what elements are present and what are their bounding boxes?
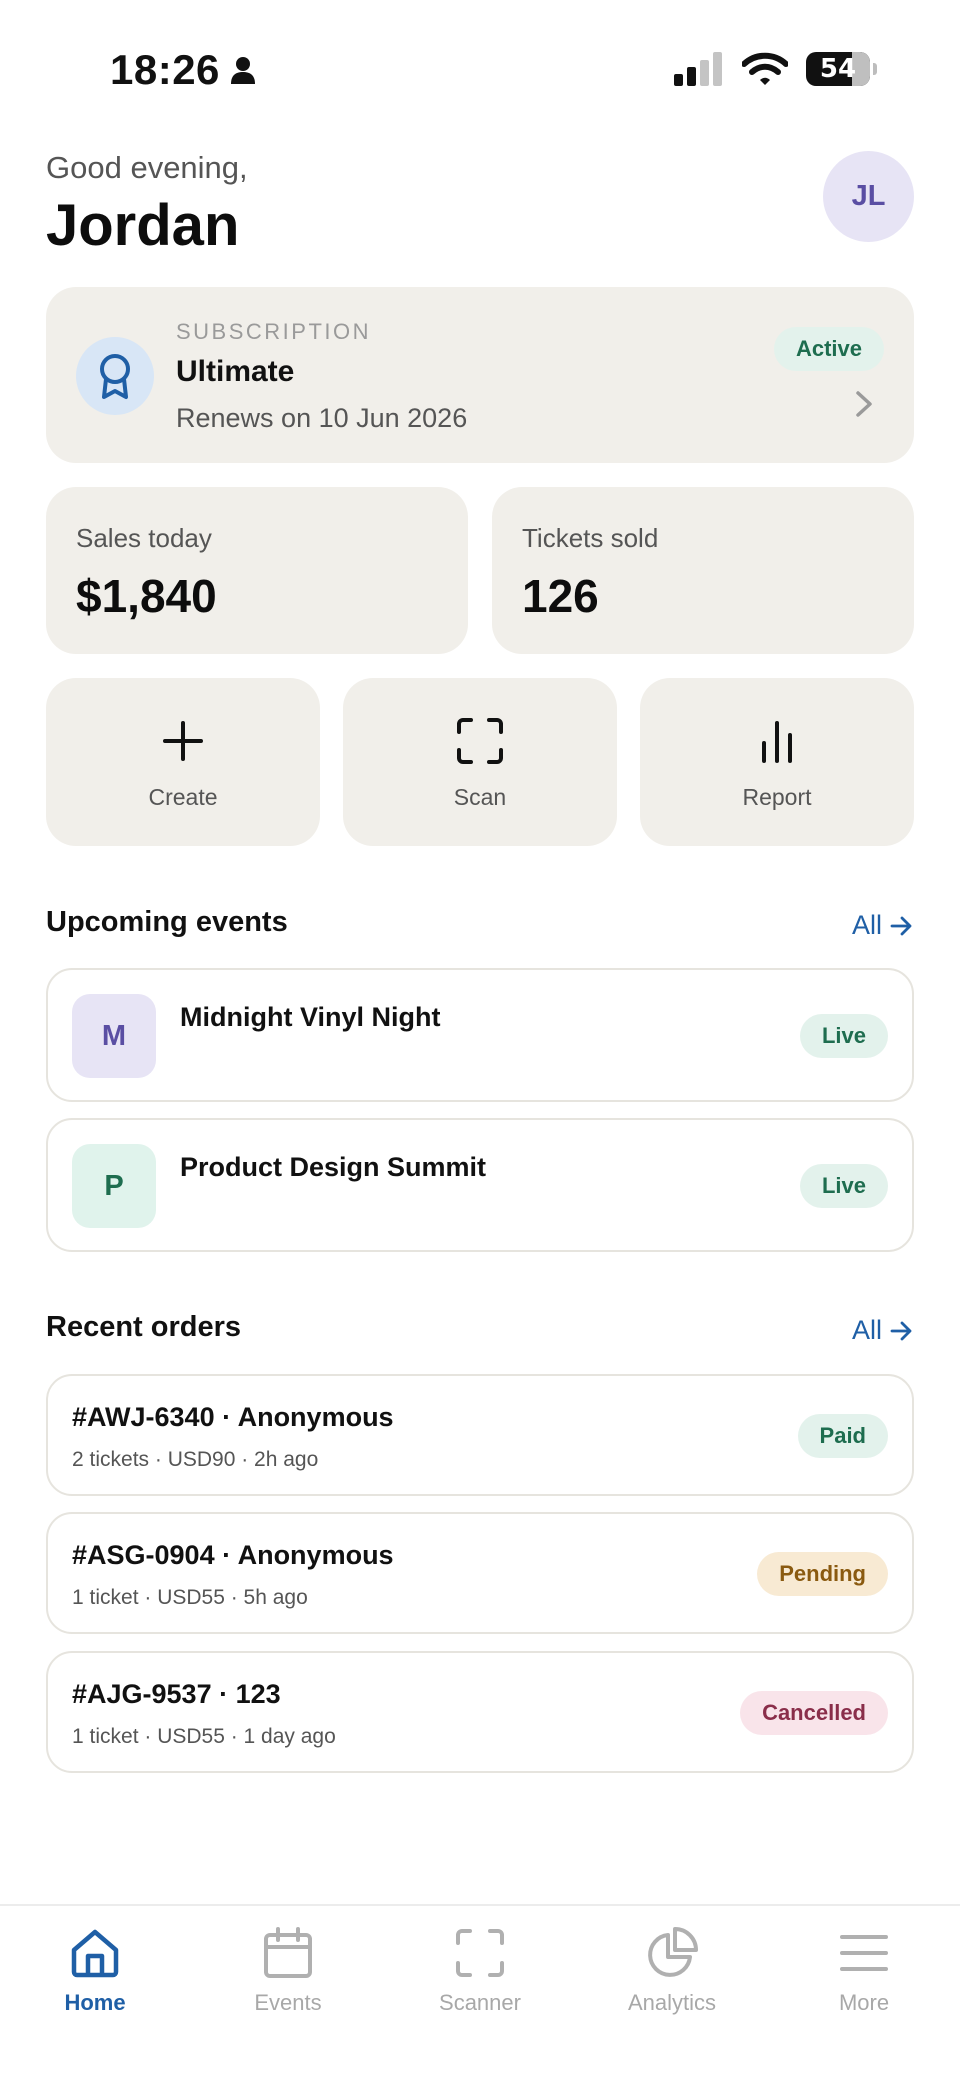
- event-name: Product Design Summit: [180, 1152, 487, 1182]
- event-card[interactable]: P Product Design Summit Live: [46, 1118, 914, 1252]
- status-badge: Pending: [757, 1552, 888, 1596]
- stat-value: 126: [522, 570, 599, 622]
- user-name: Jordan: [46, 193, 240, 258]
- greeting-text: Good evening,: [46, 150, 248, 185]
- tab-scanner[interactable]: Scanner: [405, 1924, 555, 2016]
- stat-card-tickets: Tickets sold 126: [492, 487, 914, 654]
- order-title: #AWJ-6340 · Anonymous: [72, 1402, 394, 1432]
- arrow-right-icon: [890, 916, 912, 935]
- person-icon: [230, 57, 255, 84]
- section-title-orders: Recent orders: [46, 1311, 242, 1343]
- status-time: 18:26: [110, 46, 256, 94]
- tab-home[interactable]: Home: [20, 1924, 170, 2016]
- section-title-upcoming: Upcoming events: [46, 906, 288, 938]
- battery-level: 54: [819, 54, 857, 84]
- stat-value: $1,840: [76, 570, 217, 622]
- order-card[interactable]: #AJG-9537 · 123 1 ticket · USD55 · 1 day…: [46, 1651, 914, 1773]
- event-card[interactable]: M Midnight Vinyl Night Live: [46, 968, 914, 1102]
- subscription-card[interactable]: SUBSCRIPTION Ultimate Renews on 10 Jun 2…: [46, 287, 914, 463]
- order-card[interactable]: #AWJ-6340 · Anonymous 2 tickets · USD90 …: [46, 1374, 914, 1496]
- create-button[interactable]: Create: [46, 678, 320, 846]
- status-bar: 18:26 54: [0, 0, 960, 140]
- order-card[interactable]: #ASG-0904 · Anonymous 1 ticket · USD55 ·…: [46, 1512, 914, 1634]
- subscription-renewal: Renews on 10 Jun 2026: [176, 403, 468, 433]
- upcoming-all-link[interactable]: All: [852, 910, 914, 941]
- status-badge: Cancelled: [740, 1691, 888, 1735]
- status-indicators: 54: [674, 52, 877, 86]
- event-initial-tile: M: [72, 994, 156, 1078]
- order-title: #ASG-0904 · Anonymous: [72, 1540, 394, 1570]
- scan-frame-icon: [457, 718, 503, 764]
- award-ribbon-icon: [76, 337, 154, 415]
- status-badge: Live: [799, 1014, 888, 1058]
- tab-analytics[interactable]: Analytics: [597, 1924, 747, 2016]
- event-name: Midnight Vinyl Night: [180, 1002, 441, 1032]
- orders-all-link[interactable]: All: [852, 1315, 914, 1346]
- arrow-right-icon: [890, 1321, 912, 1340]
- tab-events[interactable]: Events: [213, 1924, 363, 2016]
- bar-chart-icon: [760, 718, 794, 764]
- status-badge: Active: [773, 327, 884, 371]
- order-title: #AJG-9537 · 123: [72, 1679, 281, 1709]
- scan-button[interactable]: Scan: [343, 678, 617, 846]
- pie-chart-icon: [646, 1924, 698, 1982]
- avatar[interactable]: JL: [823, 151, 914, 242]
- home-icon: [70, 1924, 120, 1982]
- scan-frame-icon: [456, 1924, 504, 1982]
- plus-icon: [163, 718, 203, 764]
- status-badge: Live: [799, 1164, 888, 1208]
- action-label: Create: [148, 784, 218, 810]
- stat-card-sales: Sales today $1,840: [46, 487, 468, 654]
- chevron-right-icon: [856, 391, 872, 417]
- stat-label: Tickets sold: [522, 523, 659, 553]
- stat-label: Sales today: [76, 523, 212, 553]
- action-label: Report: [742, 784, 812, 810]
- order-meta: 2 tickets · USD90 · 2h ago: [72, 1448, 319, 1471]
- order-meta: 1 ticket · USD55 · 5h ago: [72, 1586, 308, 1609]
- order-meta: 1 ticket · USD55 · 1 day ago: [72, 1725, 336, 1748]
- subscription-kicker: SUBSCRIPTION: [176, 319, 372, 344]
- event-initial-tile: P: [72, 1144, 156, 1228]
- cellular-signal-icon: [674, 52, 722, 86]
- report-button[interactable]: Report: [640, 678, 914, 846]
- tab-bar: Home Events Scanner Analytics More: [0, 1904, 960, 2086]
- wifi-icon: [742, 52, 788, 85]
- tab-more[interactable]: More: [789, 1924, 939, 2016]
- calendar-icon: [263, 1924, 313, 1982]
- battery-icon: 54: [806, 52, 877, 86]
- action-label: Scan: [453, 784, 507, 810]
- subscription-plan: Ultimate: [176, 355, 295, 388]
- menu-icon: [839, 1924, 889, 1982]
- status-badge: Paid: [797, 1414, 888, 1458]
